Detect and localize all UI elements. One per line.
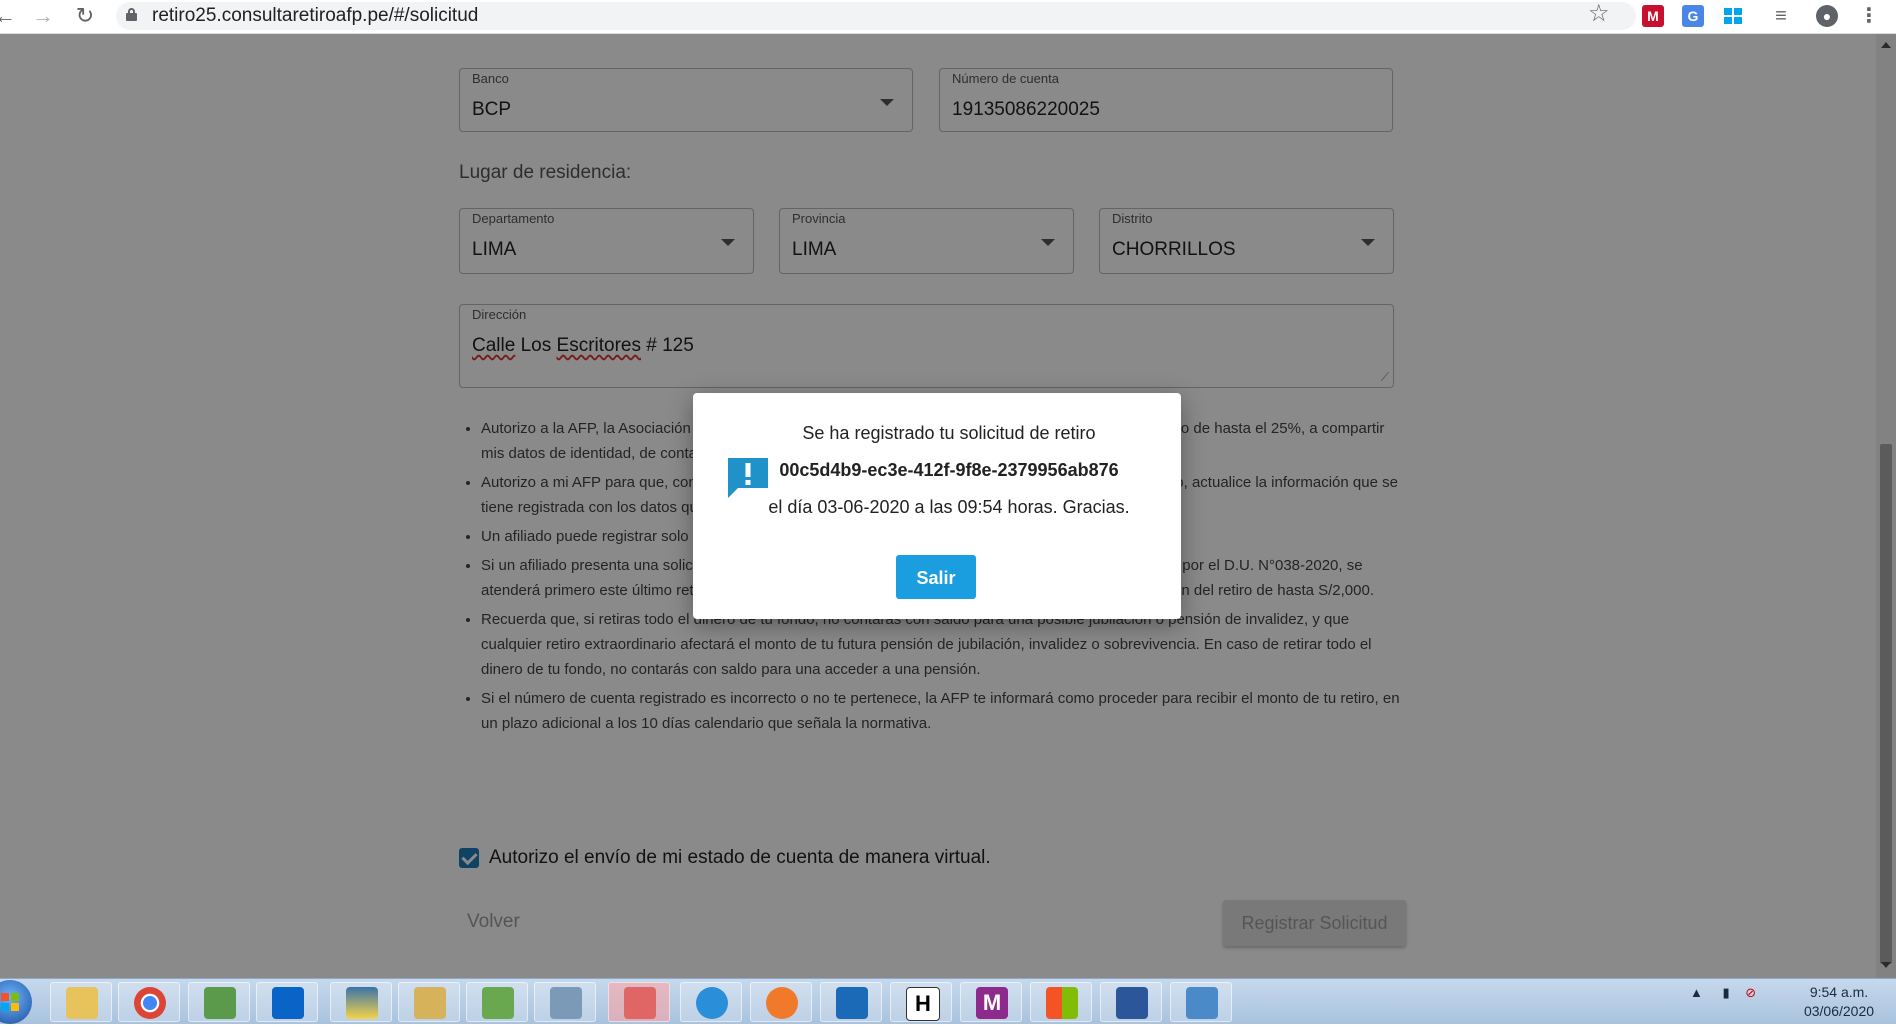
bookmark-star-icon[interactable]: ☆ bbox=[1588, 0, 1610, 28]
browser-toolbar: ← → ↻ retiro25.consultaretiroafp.pe/#/so… bbox=[0, 0, 1896, 34]
clock-date: 03/06/2020 bbox=[1803, 1003, 1875, 1019]
package-icon bbox=[204, 987, 236, 1019]
taskbar-outlook[interactable] bbox=[256, 982, 318, 1022]
pen-icon bbox=[766, 987, 798, 1019]
clock-time: 9:54 a.m. bbox=[1809, 984, 1869, 1000]
photo-icon bbox=[1186, 987, 1218, 1019]
dialog-message: Se ha registrado tu solicitud de retiro bbox=[802, 423, 1096, 443]
taskbar-editor[interactable] bbox=[466, 982, 528, 1022]
profile-avatar-icon[interactable]: ● bbox=[1816, 5, 1838, 27]
salir-button[interactable]: Salir bbox=[896, 555, 976, 599]
forward-icon[interactable]: → bbox=[30, 3, 56, 29]
word-icon bbox=[1116, 987, 1148, 1019]
taskbar-clock[interactable]: 9:54 a.m. 03/06/2020 bbox=[1794, 983, 1884, 1021]
windows-extension-icon[interactable] bbox=[1722, 5, 1744, 27]
h-icon: H bbox=[906, 987, 940, 1021]
snipping-tool-icon bbox=[624, 987, 656, 1019]
mysys-icon: M bbox=[976, 987, 1008, 1019]
search-folder-icon bbox=[414, 987, 446, 1019]
taskbar-h-app[interactable]: H bbox=[890, 982, 952, 1022]
taskbar-python[interactable] bbox=[330, 982, 392, 1022]
network-icon bbox=[550, 987, 582, 1019]
taskbar-search-folder[interactable] bbox=[398, 982, 460, 1022]
taskbar-ie[interactable] bbox=[680, 982, 742, 1022]
windows-flag-icon bbox=[1046, 987, 1078, 1019]
media-control-icon[interactable]: ≡ bbox=[1770, 5, 1792, 27]
confirmation-dialog: Se ha registrado tu solicitud de retiro … bbox=[693, 393, 1181, 619]
url-text: retiro25.consultaretiroafp.pe/#/solicitu… bbox=[152, 5, 479, 26]
taskbar-file-explorer[interactable] bbox=[50, 982, 112, 1022]
outlook-icon bbox=[272, 987, 304, 1019]
chrome-icon bbox=[134, 987, 166, 1019]
file-explorer-icon bbox=[66, 987, 98, 1019]
taskbar-package[interactable] bbox=[188, 982, 250, 1022]
dialog-date-message: el día 03-06-2020 a las 09:54 horas. Gra… bbox=[768, 497, 1130, 517]
ie-icon bbox=[696, 987, 728, 1019]
request-code: 00c5d4b9-ec3e-412f-9f8e-2379956ab876 bbox=[779, 460, 1119, 480]
translate-icon[interactable]: G bbox=[1682, 5, 1704, 27]
wireshark-icon bbox=[836, 987, 868, 1019]
power-icon[interactable]: ▮ bbox=[1723, 985, 1730, 1000]
taskbar-pen[interactable] bbox=[750, 982, 812, 1022]
system-tray: ▲ ▮ ⊘ bbox=[1690, 985, 1756, 1001]
taskbar-wireshark[interactable] bbox=[820, 982, 882, 1022]
taskbar-photo[interactable] bbox=[1170, 982, 1232, 1022]
editor-icon bbox=[482, 987, 514, 1019]
tray-expand-icon[interactable]: ▲ bbox=[1690, 985, 1703, 1000]
windows-taskbar: H M ▲ ▮ ⊘ 9:54 a.m. 03/06/2020 bbox=[0, 978, 1896, 1024]
taskbar-mysys[interactable]: M bbox=[960, 982, 1022, 1022]
back-icon[interactable]: ← bbox=[0, 3, 18, 29]
taskbar-word[interactable] bbox=[1100, 982, 1162, 1022]
lock-icon bbox=[126, 8, 137, 21]
address-bar[interactable]: retiro25.consultaretiroafp.pe/#/solicitu… bbox=[116, 2, 1636, 30]
python-icon bbox=[346, 987, 378, 1019]
mcafee-icon[interactable]: M bbox=[1642, 5, 1664, 27]
menu-kebab-icon[interactable]: ⋮ bbox=[1858, 5, 1880, 27]
taskbar-windows[interactable] bbox=[1030, 982, 1092, 1022]
start-button[interactable] bbox=[0, 980, 32, 1024]
taskbar-snipping-tool[interactable] bbox=[608, 982, 670, 1022]
taskbar-network[interactable] bbox=[534, 982, 596, 1022]
reload-icon[interactable]: ↻ bbox=[72, 3, 98, 29]
taskbar-chrome[interactable] bbox=[118, 982, 180, 1022]
volume-muted-icon[interactable]: ⊘ bbox=[1745, 985, 1756, 1000]
